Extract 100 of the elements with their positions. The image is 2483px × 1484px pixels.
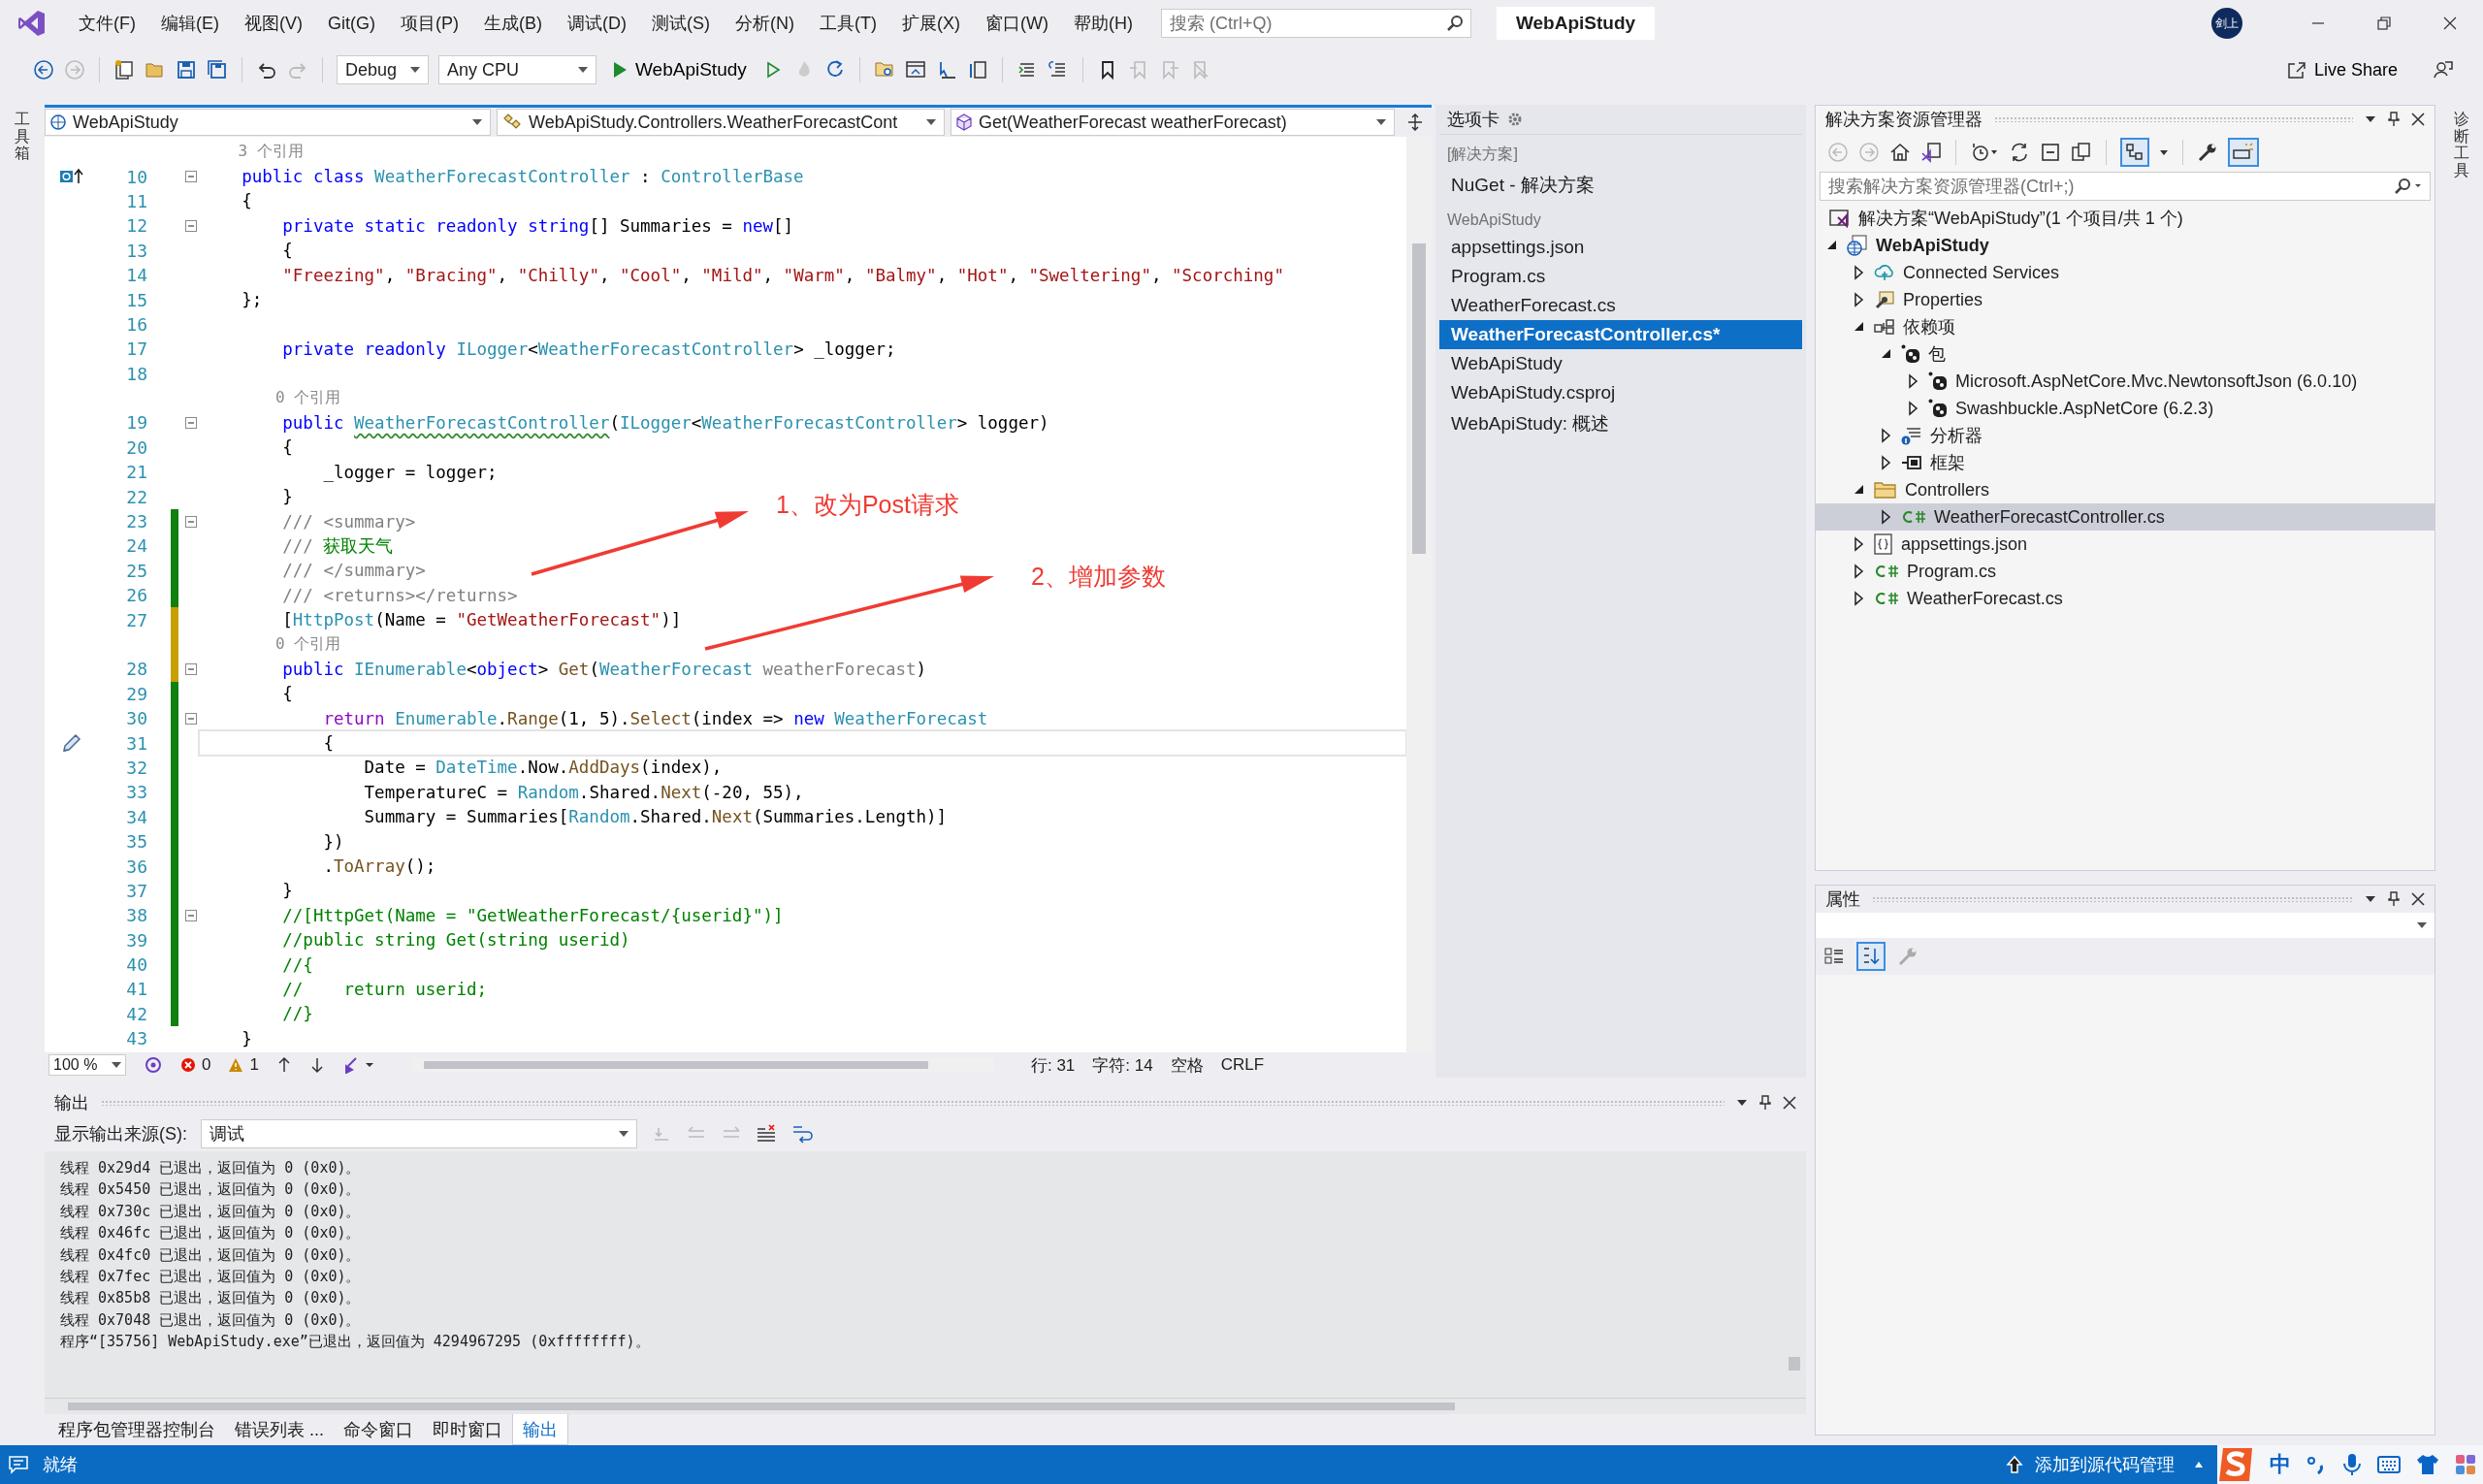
back-icon[interactable] bbox=[33, 59, 54, 81]
clear-all-icon[interactable] bbox=[756, 1124, 777, 1144]
menu-item[interactable]: 扩展(X) bbox=[888, 12, 973, 35]
close-icon[interactable] bbox=[2442, 16, 2458, 31]
sort-toggle[interactable] bbox=[1856, 942, 1886, 971]
menu-item[interactable]: 工具(T) bbox=[807, 12, 889, 35]
app-logo-icon[interactable] bbox=[17, 9, 47, 38]
collapsed-caret-icon[interactable] bbox=[1880, 509, 1893, 525]
pen-icon[interactable] bbox=[60, 732, 83, 755]
menu-item[interactable]: 视图(V) bbox=[232, 12, 315, 35]
collapsed-caret-icon[interactable] bbox=[1907, 401, 1920, 416]
collapsed-caret-icon[interactable] bbox=[1853, 564, 1866, 579]
type-dropdown[interactable]: WebApiStudy.Controllers.WeatherForecastCont bbox=[497, 109, 945, 136]
close-icon[interactable] bbox=[1783, 1096, 1796, 1110]
open-file-item[interactable]: WebApiStudy bbox=[1439, 349, 1802, 378]
line-ending[interactable]: CRLF bbox=[1220, 1055, 1265, 1075]
open-file-item[interactable]: WebApiStudy: 概述 bbox=[1439, 407, 1802, 440]
microphone-icon[interactable] bbox=[2341, 1452, 2363, 1477]
preview-toggle[interactable] bbox=[2228, 138, 2259, 167]
home-icon[interactable] bbox=[1889, 142, 1911, 163]
collapse-icon[interactable] bbox=[185, 909, 197, 921]
tree-item[interactable]: Controllers bbox=[1816, 476, 2435, 503]
health-icon[interactable] bbox=[144, 1055, 163, 1075]
collapsed-caret-icon[interactable] bbox=[1853, 536, 1866, 552]
tree-item[interactable]: Program.cs bbox=[1816, 558, 2435, 585]
dropdown-icon[interactable] bbox=[2159, 147, 2169, 157]
indent-mode[interactable]: 空格 bbox=[1170, 1053, 1204, 1077]
tree-item[interactable]: WebApiStudy bbox=[1816, 232, 2435, 259]
configuration-dropdown[interactable]: Debug bbox=[337, 55, 429, 84]
notification-icon[interactable] bbox=[8, 1454, 29, 1475]
close-icon[interactable] bbox=[2411, 892, 2425, 906]
menu-item[interactable]: 测试(S) bbox=[639, 12, 723, 35]
panel-tab[interactable]: 即时窗口 bbox=[423, 1414, 512, 1445]
tree-item[interactable]: WeatherForecastController.cs bbox=[1816, 503, 2435, 531]
switch-views-icon[interactable] bbox=[1920, 142, 1942, 163]
panel-tab[interactable]: 程序包管理器控制台 bbox=[48, 1414, 225, 1445]
warning-count[interactable]: 1 bbox=[249, 1055, 259, 1075]
new-project-icon[interactable] bbox=[113, 59, 135, 81]
project-dropdown[interactable]: WebApiStudy bbox=[45, 109, 491, 136]
implementation-glyph-icon[interactable] bbox=[59, 168, 84, 186]
account-avatar[interactable]: 剑上 bbox=[2211, 8, 2242, 39]
copy-icon[interactable] bbox=[2071, 142, 2092, 163]
tree-item[interactable]: Swashbuckle.AspNetCore (6.2.3) bbox=[1816, 395, 2435, 422]
categorized-icon[interactable] bbox=[1823, 946, 1845, 967]
menu-item[interactable]: 帮助(H) bbox=[1060, 12, 1145, 35]
pin-icon[interactable] bbox=[2388, 891, 2400, 907]
diagnostic-tools-tab[interactable]: 诊断工具 bbox=[2439, 105, 2483, 1445]
output-source-dropdown[interactable]: 调试 bbox=[201, 1119, 637, 1148]
grid-icon[interactable] bbox=[2454, 1453, 2477, 1476]
member-dropdown[interactable]: Get(WeatherForecast weatherForecast) bbox=[951, 109, 1395, 136]
close-icon[interactable] bbox=[2411, 113, 2425, 126]
pin-icon[interactable] bbox=[2388, 112, 2400, 127]
zoom-dropdown[interactable]: 100 % bbox=[48, 1054, 126, 1076]
char-position[interactable]: 字符: 14 bbox=[1092, 1053, 1153, 1077]
menu-item[interactable]: 生成(B) bbox=[471, 12, 555, 35]
panel-tab[interactable]: 命令窗口 bbox=[334, 1414, 423, 1445]
collapsed-caret-icon[interactable] bbox=[1853, 292, 1866, 307]
tree-item[interactable]: 解决方案“WebApiStudy”(1 个项目/共 1 个) bbox=[1816, 205, 2435, 232]
history-icon[interactable] bbox=[1970, 142, 1999, 163]
wrench-icon[interactable] bbox=[2197, 142, 2218, 163]
search-field[interactable]: 搜索 (Ctrl+Q) bbox=[1160, 9, 1471, 38]
keyboard-icon[interactable] bbox=[2376, 1454, 2402, 1475]
open-file-item[interactable]: appsettings.json bbox=[1439, 233, 1802, 262]
collapsed-caret-icon[interactable] bbox=[1853, 591, 1866, 606]
collapse-icon[interactable] bbox=[185, 515, 197, 528]
reference-count[interactable]: 3 个引用 bbox=[201, 142, 304, 163]
panel-tab[interactable]: 错误列表 ... bbox=[225, 1414, 334, 1445]
shirt-icon[interactable] bbox=[2415, 1453, 2440, 1476]
source-control-button[interactable]: 添加到源代码管理 bbox=[2000, 1452, 2180, 1477]
collapse-icon[interactable] bbox=[185, 219, 197, 232]
menu-item[interactable]: 编辑(E) bbox=[148, 12, 232, 35]
tree-item[interactable]: WeatherForecast.cs bbox=[1816, 585, 2435, 612]
menu-item[interactable]: 文件(F) bbox=[66, 12, 148, 35]
line-position[interactable]: 行: 31 bbox=[1030, 1053, 1076, 1077]
tree-item[interactable]: 框架 bbox=[1816, 449, 2435, 476]
search-field[interactable]: 搜索解决方案资源管理器(Ctrl+;) bbox=[1820, 172, 2431, 201]
open-file-item[interactable]: Program.cs bbox=[1439, 262, 1802, 291]
down-arrow-icon[interactable] bbox=[308, 1056, 325, 1074]
save-all-icon[interactable] bbox=[207, 59, 228, 81]
collapsed-caret-icon[interactable] bbox=[1880, 428, 1893, 443]
save-icon[interactable] bbox=[176, 59, 197, 81]
tree-item[interactable]: Connected Services bbox=[1816, 259, 2435, 286]
split-icon[interactable] bbox=[1406, 113, 1424, 131]
open-file-item[interactable]: WebApiStudy.csproj bbox=[1439, 378, 1802, 407]
live-share-button[interactable]: Live Share bbox=[2280, 58, 2403, 81]
collapse-icon[interactable] bbox=[185, 171, 197, 183]
open-file-item[interactable]: NuGet - 解决方案 bbox=[1439, 169, 1802, 202]
reference-count[interactable]: 0 个引用 bbox=[201, 388, 341, 409]
collapse-icon[interactable] bbox=[185, 712, 197, 725]
view-toggle[interactable] bbox=[2120, 138, 2149, 167]
collapsed-caret-icon[interactable] bbox=[1880, 455, 1893, 470]
reference-count[interactable]: 0 个引用 bbox=[201, 634, 341, 655]
sync-icon[interactable] bbox=[2009, 142, 2030, 163]
error-count[interactable]: 0 bbox=[202, 1055, 211, 1075]
menu-item[interactable]: 分析(N) bbox=[723, 12, 807, 35]
open-file-item[interactable]: WeatherForecastController.cs* bbox=[1439, 320, 1802, 349]
horizontal-scrollbar[interactable] bbox=[45, 1398, 1806, 1414]
menu-item[interactable]: 窗口(W) bbox=[972, 12, 1061, 35]
tree-item[interactable]: Properties bbox=[1816, 286, 2435, 313]
feedback-icon[interactable] bbox=[2433, 59, 2454, 81]
